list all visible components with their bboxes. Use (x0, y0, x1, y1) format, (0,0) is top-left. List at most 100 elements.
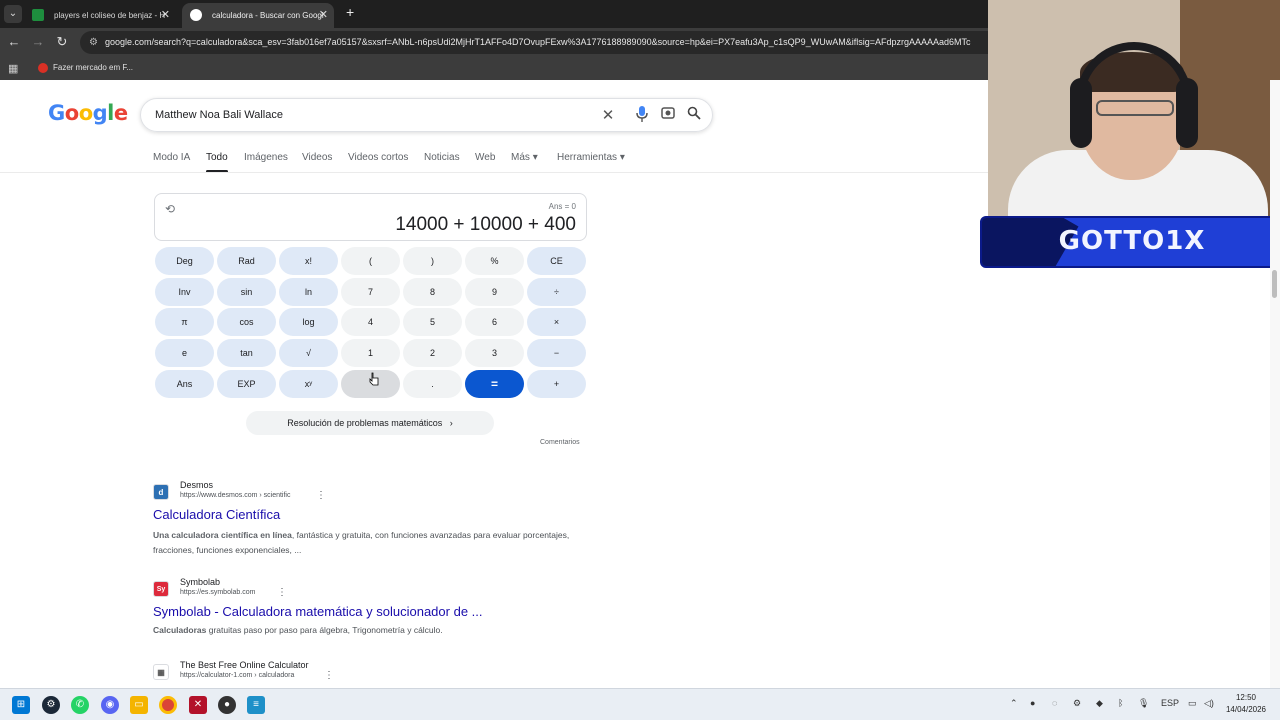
multiply-key[interactable]: × (527, 308, 586, 336)
forward-icon[interactable]: → (30, 34, 46, 49)
add-key[interactable]: + (527, 370, 586, 398)
tab-web[interactable]: Web (475, 152, 495, 163)
back-icon[interactable]: ← (6, 34, 22, 49)
digit-7-key[interactable]: 7 (341, 278, 400, 306)
clear-icon[interactable]: ✕ (599, 106, 617, 124)
google-logo[interactable]: Google (48, 101, 128, 125)
digit-6-key[interactable]: 6 (465, 308, 524, 336)
tab-label: calculadora - Buscar con Googl (212, 11, 324, 20)
whatsapp-icon[interactable]: ✆ (71, 696, 89, 714)
close-tab-icon[interactable]: ✕ (161, 3, 170, 28)
microphone-icon[interactable] (633, 106, 651, 125)
result-site-name: Symbolab (180, 577, 221, 587)
bookmark-item[interactable]: Fazer mercado em F... (38, 62, 133, 74)
tray-chevron-icon[interactable]: ⌃ (1010, 698, 1018, 709)
math-solver-button[interactable]: Resolución de problemas matemáticos › (246, 411, 494, 435)
divide-key[interactable]: ÷ (527, 278, 586, 306)
digit-8-key[interactable]: 8 (403, 278, 462, 306)
tab-search-button[interactable]: ⌄ (4, 5, 22, 23)
discord-icon[interactable]: ◉ (101, 696, 119, 714)
chrome-icon[interactable] (159, 696, 177, 714)
cos-key[interactable]: cos (217, 308, 276, 336)
digit-5-key[interactable]: 5 (403, 308, 462, 336)
camera-lens-icon[interactable] (659, 106, 677, 123)
digit-2-key[interactable]: 2 (403, 339, 462, 367)
tab-videos-cortos[interactable]: Videos cortos (348, 152, 408, 163)
euler-key[interactable]: e (155, 339, 214, 367)
volume-icon[interactable]: ◁) (1204, 698, 1214, 709)
power-key[interactable]: xʸ (279, 370, 338, 398)
decimal-key[interactable]: . (403, 370, 462, 398)
tab-mas[interactable]: Más ▾ (511, 152, 538, 163)
language-indicator[interactable]: ESP (1161, 698, 1179, 708)
site-info-icon[interactable]: ⚙ (89, 31, 98, 54)
tab-spreadsheet[interactable]: players el coliseo de benjaz - H ✕ (24, 3, 176, 28)
page-scrollbar[interactable] (1270, 80, 1280, 688)
ln-key[interactable]: ln (279, 278, 338, 306)
feedback-link[interactable]: Comentarios (540, 439, 580, 446)
tray-steam-icon[interactable]: ⚙ (1073, 698, 1081, 709)
result-url[interactable]: https://www.desmos.com › scientific (180, 492, 290, 499)
search-box[interactable]: Matthew Noa Bali Wallace ✕ (140, 98, 713, 132)
reload-icon[interactable]: ↻ (54, 34, 70, 50)
pi-key[interactable]: π (155, 308, 214, 336)
windows-start-icon[interactable]: ⊞ (12, 696, 30, 714)
digit-3-key[interactable]: 3 (465, 339, 524, 367)
streamer-name-banner: GOTTO1X (980, 216, 1280, 268)
inverse-key[interactable]: Inv (155, 278, 214, 306)
tray-app-icon[interactable]: ◌ (1052, 698, 1057, 708)
history-icon[interactable]: ⟲ (165, 202, 175, 216)
tray-mic-icon[interactable]: 🎙 (1138, 698, 1149, 709)
tray-shield-icon[interactable]: ◆ (1096, 698, 1103, 709)
notepad-icon[interactable]: ≡ (247, 696, 265, 714)
clear-entry-key[interactable]: CE (527, 247, 586, 275)
file-explorer-icon[interactable]: ▭ (130, 696, 148, 714)
sin-key[interactable]: sin (217, 278, 276, 306)
digit-9-key[interactable]: 9 (465, 278, 524, 306)
tab-herramientas[interactable]: Herramientas ▾ (557, 152, 625, 163)
new-tab-icon[interactable]: + (346, 4, 354, 20)
result-title-link[interactable]: Calculadora Científica (153, 507, 280, 522)
dota-icon[interactable]: ✕ (189, 696, 207, 714)
more-options-icon[interactable]: ⋮ (277, 587, 287, 598)
tab-videos[interactable]: Videos (302, 152, 332, 163)
tan-key[interactable]: tan (217, 339, 276, 367)
open-paren-key[interactable]: ( (341, 247, 400, 275)
close-paren-key[interactable]: ) (403, 247, 462, 275)
tray-app-icon[interactable]: ● (1030, 698, 1035, 708)
tab-imagenes[interactable]: Imágenes (244, 152, 288, 163)
obs-icon[interactable]: ● (218, 696, 236, 714)
scrollbar-thumb[interactable] (1272, 270, 1277, 298)
deg-key[interactable]: Deg (155, 247, 214, 275)
steam-icon[interactable]: ⚙ (42, 696, 60, 714)
log-key[interactable]: log (279, 308, 338, 336)
result-url[interactable]: https://calculator-1.com › calculadora (180, 672, 294, 679)
equals-key[interactable]: = (465, 370, 524, 398)
exp-key[interactable]: EXP (217, 370, 276, 398)
bluetooth-icon[interactable]: ᛒ (1118, 698, 1123, 708)
search-icon[interactable] (685, 106, 703, 123)
close-tab-icon[interactable]: ✕ (319, 3, 328, 28)
sqrt-key[interactable]: √ (279, 339, 338, 367)
subtract-key[interactable]: − (527, 339, 586, 367)
digit-4-key[interactable]: 4 (341, 308, 400, 336)
tab-noticias[interactable]: Noticias (424, 152, 460, 163)
tab-todo[interactable]: Todo (206, 152, 228, 173)
network-icon[interactable]: ▭ (1188, 698, 1197, 709)
address-bar[interactable]: ⚙ google.com/search?q=calculadora&sca_es… (80, 31, 1000, 54)
result-title-link[interactable]: Symbolab - Calculadora matemática y solu… (153, 604, 483, 619)
ans-key[interactable]: Ans (155, 370, 214, 398)
rad-key[interactable]: Rad (217, 247, 276, 275)
tab-calculadora[interactable]: calculadora - Buscar con Googl ✕ (182, 3, 334, 28)
result-url[interactable]: https://es.symbolab.com (180, 589, 255, 596)
chevron-down-icon: ▾ (532, 152, 538, 163)
more-options-icon[interactable]: ⋮ (324, 670, 334, 681)
digit-1-key[interactable]: 1 (341, 339, 400, 367)
more-options-icon[interactable]: ⋮ (316, 490, 326, 501)
system-clock[interactable]: 12:50 14/04/2026 (1220, 692, 1272, 716)
search-input[interactable]: Matthew Noa Bali Wallace (155, 109, 283, 121)
tab-modo-ia[interactable]: Modo IA (153, 152, 190, 163)
apps-grid-icon[interactable]: ▦ (8, 62, 18, 75)
percent-key[interactable]: % (465, 247, 524, 275)
factorial-key[interactable]: x! (279, 247, 338, 275)
